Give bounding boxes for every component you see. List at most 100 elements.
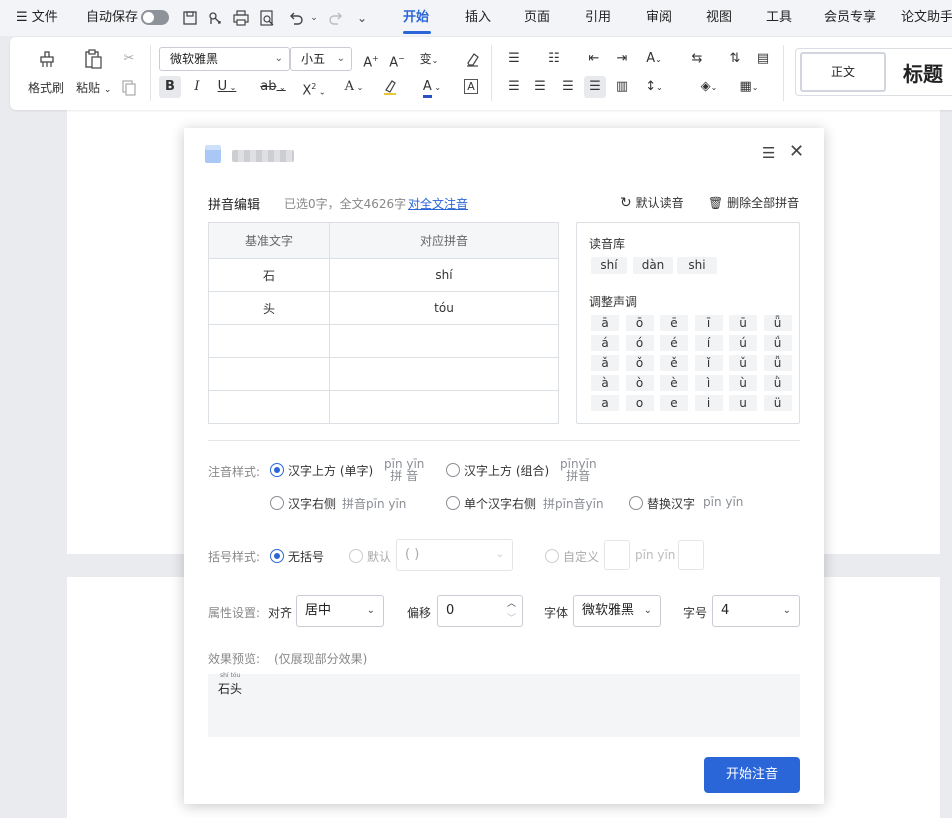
radio-single-right[interactable] xyxy=(446,496,460,510)
tone-cell[interactable]: ū xyxy=(729,315,757,331)
custom-left-bracket-input[interactable] xyxy=(604,540,630,570)
tone-cell[interactable]: à xyxy=(591,375,619,391)
distribute-icon[interactable]: ▥ xyxy=(611,76,633,98)
superscript-button[interactable]: X2 ⌄ xyxy=(300,76,328,98)
font-color-icon[interactable]: A ⌄ xyxy=(418,76,446,98)
table-row[interactable]: 头 tóu xyxy=(208,291,559,325)
option-right-side-label[interactable]: 汉字右侧 xyxy=(288,495,336,512)
pinyin-cell[interactable] xyxy=(329,357,559,391)
more-chevron-icon[interactable]: ⌄ xyxy=(352,8,372,28)
print-preview-icon[interactable] xyxy=(257,8,277,28)
tone-cell[interactable]: ü xyxy=(763,395,792,411)
grow-font-icon[interactable]: A+ xyxy=(360,48,382,70)
tone-cell[interactable]: è xyxy=(660,375,688,391)
char-border-icon[interactable]: A xyxy=(460,76,482,98)
tone-cell[interactable]: ī xyxy=(694,315,723,331)
align-left-icon[interactable]: ☰ xyxy=(503,76,525,98)
reading-chip[interactable]: dàn xyxy=(633,257,673,274)
paste-label[interactable]: 粘贴 ⌄ xyxy=(76,79,111,96)
base-cell[interactable] xyxy=(208,324,330,358)
option-above-single-label[interactable]: 汉字上方 (单字) xyxy=(288,462,373,479)
justify-icon[interactable]: ☰ xyxy=(584,76,606,98)
base-cell[interactable]: 石 xyxy=(208,258,330,292)
pinyin-guide-icon[interactable]: 变⌄ xyxy=(418,48,440,70)
clear-format-icon[interactable] xyxy=(461,48,483,70)
tone-cell[interactable]: i xyxy=(694,395,723,411)
menu-icon[interactable]: ☰ xyxy=(762,144,775,162)
style-heading[interactable]: 标题 xyxy=(903,58,943,87)
borders-icon[interactable]: ▦⌄ xyxy=(738,76,760,98)
pinyin-cell[interactable]: shí xyxy=(329,258,559,292)
tone-cell[interactable]: ì xyxy=(694,375,723,391)
paste-icon[interactable] xyxy=(81,47,105,71)
text-effect-icon[interactable]: A ⌄ xyxy=(340,76,368,98)
font-size-select[interactable]: 小五 ⌄ xyxy=(290,47,352,71)
pinyin-cell[interactable]: tóu xyxy=(329,291,559,325)
default-bracket-label[interactable]: 默认 xyxy=(367,548,391,565)
tone-cell[interactable]: ǐ xyxy=(694,355,723,371)
underline-button[interactable]: U ⌄ xyxy=(216,76,238,98)
font-family-select[interactable]: 微软雅黑 ⌄ xyxy=(159,47,290,71)
no-bracket-label[interactable]: 无括号 xyxy=(288,548,324,565)
radio-no-bracket[interactable] xyxy=(270,549,284,563)
numbered-list-icon[interactable]: ☷ xyxy=(543,48,565,70)
custom-right-bracket-input[interactable] xyxy=(678,540,704,570)
annotate-all-link[interactable]: 对全文注音 xyxy=(408,195,468,212)
tone-cell[interactable]: ē xyxy=(660,315,688,331)
default-bracket-select[interactable]: ( ) ⌄ xyxy=(396,539,513,571)
stepper-down-icon[interactable]: ﹀ xyxy=(507,604,516,634)
tone-cell[interactable]: í xyxy=(694,335,723,351)
shrink-font-icon[interactable]: A− xyxy=(386,48,408,70)
start-annotation-button[interactable]: 开始注音 xyxy=(704,757,800,793)
table-row[interactable]: 石 shí xyxy=(208,258,559,292)
tone-cell[interactable]: ā xyxy=(591,315,619,331)
copy-icon[interactable] xyxy=(118,77,140,99)
tone-cell[interactable]: u xyxy=(729,395,757,411)
tab-insert[interactable]: 插入 xyxy=(465,0,491,36)
pinyin-cell[interactable] xyxy=(329,390,559,424)
radio-custom-bracket[interactable] xyxy=(545,549,559,563)
tab-view[interactable]: 视图 xyxy=(706,0,732,36)
table-row[interactable] xyxy=(208,390,559,424)
shading-icon[interactable]: ◈⌄ xyxy=(698,76,720,98)
format-painter-icon[interactable] xyxy=(35,47,59,71)
style-body[interactable]: 正文 xyxy=(800,52,886,92)
base-cell[interactable] xyxy=(208,390,330,424)
close-icon[interactable]: ✕ xyxy=(789,141,804,162)
size-select[interactable]: 4 ⌄ xyxy=(712,595,800,627)
undo-icon[interactable] xyxy=(286,8,306,28)
strikethrough-button[interactable]: ab ⌄ xyxy=(258,76,288,98)
increase-indent-icon[interactable]: ⇥ xyxy=(611,48,633,70)
tone-cell[interactable]: ǖ xyxy=(763,315,792,331)
custom-bracket-label[interactable]: 自定义 xyxy=(563,548,599,565)
autosave-toggle[interactable] xyxy=(141,10,169,25)
option-above-combined-label[interactable]: 汉字上方 (组合) xyxy=(464,462,549,479)
base-cell[interactable]: 头 xyxy=(208,291,330,325)
tone-cell[interactable]: e xyxy=(660,395,688,411)
tone-cell[interactable]: ō xyxy=(625,315,654,331)
tone-cell[interactable]: ǒ xyxy=(625,355,654,371)
tab-review[interactable]: 审阅 xyxy=(646,0,672,36)
tab-tools[interactable]: 工具 xyxy=(766,0,792,36)
text-direction-icon[interactable]: A⌄ xyxy=(643,48,665,70)
reading-chip[interactable]: shi xyxy=(677,257,717,274)
tone-cell[interactable]: ù xyxy=(729,375,757,391)
radio-above-single[interactable] xyxy=(270,463,284,477)
show-marks-icon[interactable]: ▤ xyxy=(752,48,774,70)
undo-dropdown-icon[interactable]: ⌄ xyxy=(304,8,324,28)
tone-cell[interactable]: é xyxy=(660,335,688,351)
bold-button[interactable]: B xyxy=(159,76,181,98)
font-select[interactable]: 微软雅黑 ⌄ xyxy=(573,595,661,627)
tone-cell[interactable]: á xyxy=(591,335,619,351)
tone-cell[interactable]: ó xyxy=(625,335,654,351)
format-painter-label[interactable]: 格式刷 xyxy=(28,79,64,96)
line-spacing-icon[interactable]: ↕⌄ xyxy=(643,76,665,98)
tone-cell[interactable]: ǚ xyxy=(763,355,792,371)
align-center-icon[interactable]: ☰ xyxy=(529,76,551,98)
bullet-list-icon[interactable]: ☰ xyxy=(503,48,525,70)
default-reading-button[interactable]: ↻ 默认读音 xyxy=(620,194,684,211)
pinyin-cell[interactable] xyxy=(329,324,559,358)
tone-cell[interactable]: a xyxy=(591,395,619,411)
radio-replace-hanzi[interactable] xyxy=(629,496,643,510)
option-single-right-label[interactable]: 单个汉字右侧 xyxy=(464,495,536,512)
